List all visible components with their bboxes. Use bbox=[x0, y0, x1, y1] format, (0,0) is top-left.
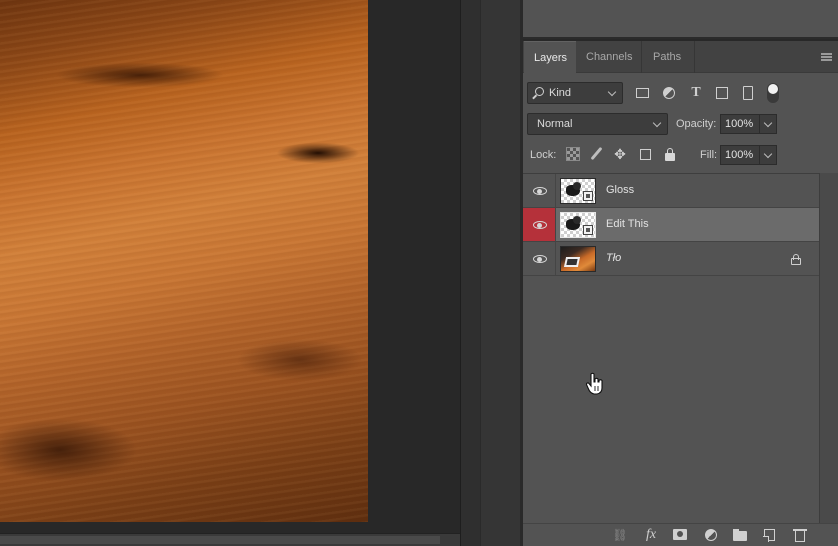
search-icon bbox=[535, 87, 544, 96]
lock-label: Lock: bbox=[530, 149, 557, 161]
smart-object-badge-icon bbox=[583, 225, 593, 235]
canvas-vertical-scrollbar[interactable] bbox=[460, 0, 480, 546]
tab-layers[interactable]: Layers bbox=[524, 41, 576, 73]
chevron-down-icon bbox=[607, 87, 617, 97]
chevron-down-icon bbox=[763, 118, 773, 128]
new-layer-icon[interactable] bbox=[762, 528, 778, 542]
fill-slider-button[interactable] bbox=[760, 145, 777, 165]
lock-transparent-pixels-icon[interactable] bbox=[566, 147, 580, 161]
visibility-toggle[interactable] bbox=[523, 174, 556, 207]
layer-name[interactable]: Tło bbox=[606, 252, 621, 264]
tab-paths[interactable]: Paths bbox=[643, 41, 695, 73]
canvas-area[interactable] bbox=[0, 0, 460, 546]
adjustment-filter-icon[interactable] bbox=[661, 85, 677, 101]
link-icon[interactable]: ⛓ bbox=[612, 528, 628, 542]
lock-artboard-icon[interactable] bbox=[638, 147, 652, 161]
opacity-input[interactable]: 100% bbox=[720, 114, 760, 134]
visibility-toggle[interactable] bbox=[523, 208, 556, 241]
group-folder-icon[interactable] bbox=[732, 528, 748, 542]
upper-panel-area bbox=[523, 0, 838, 39]
opacity-slider-button[interactable] bbox=[760, 114, 777, 134]
layer-thumbnail[interactable] bbox=[560, 178, 596, 204]
thumbnail-content bbox=[566, 259, 578, 265]
smart-object-badge-icon bbox=[583, 191, 593, 201]
layers-list: Gloss Edit This Tło bbox=[523, 173, 819, 473]
layers-panel-footer: ⛓ fx bbox=[523, 523, 838, 546]
visibility-toggle[interactable] bbox=[523, 242, 556, 275]
chevron-down-icon bbox=[652, 118, 662, 128]
fill-input[interactable]: 100% bbox=[720, 145, 760, 165]
lock-all-icon[interactable] bbox=[663, 147, 677, 161]
layer-row-gloss[interactable]: Gloss bbox=[523, 174, 819, 208]
hand-pointer-cursor-icon bbox=[585, 372, 603, 395]
layer-row-tlo[interactable]: Tło bbox=[523, 242, 819, 276]
chevron-down-icon bbox=[763, 149, 773, 159]
type-filter-icon[interactable]: T bbox=[688, 85, 704, 101]
eye-icon bbox=[533, 187, 547, 195]
shape-filter-icon[interactable] bbox=[714, 85, 730, 101]
tab-channels[interactable]: Channels bbox=[576, 41, 642, 73]
panel-menu-icon[interactable] bbox=[821, 53, 832, 61]
thumbnail-content bbox=[573, 182, 581, 190]
filter-toggle-switch[interactable] bbox=[767, 83, 779, 103]
adjustment-icon[interactable] bbox=[703, 528, 719, 542]
lock-image-pixels-icon[interactable] bbox=[589, 146, 603, 161]
eye-icon bbox=[533, 255, 547, 263]
layers-panel-scrollbar[interactable] bbox=[819, 173, 838, 523]
blend-mode-value: Normal bbox=[537, 118, 573, 130]
fx-icon[interactable]: fx bbox=[643, 528, 659, 542]
eye-icon bbox=[533, 221, 547, 229]
layer-name[interactable]: Edit This bbox=[606, 218, 649, 230]
layer-row-edit-this[interactable]: Edit This bbox=[523, 208, 819, 242]
kind-filter-dropdown[interactable]: Kind bbox=[527, 82, 623, 104]
fill-label: Fill: bbox=[700, 149, 718, 161]
layer-thumbnail[interactable] bbox=[560, 212, 596, 238]
canvas-scrollbar-thumb[interactable] bbox=[0, 536, 440, 544]
layer-name[interactable]: Gloss bbox=[606, 184, 634, 196]
lock-position-icon[interactable]: ✥ bbox=[613, 147, 627, 161]
pixel-filter-icon[interactable] bbox=[635, 85, 651, 101]
collapsed-panel-dock bbox=[480, 0, 522, 546]
thumbnail-content bbox=[573, 216, 581, 224]
smart-object-filter-icon[interactable] bbox=[740, 85, 756, 101]
trash-icon[interactable] bbox=[792, 528, 808, 542]
layer-thumbnail[interactable] bbox=[560, 246, 596, 272]
blend-mode-select[interactable]: Normal bbox=[527, 113, 668, 135]
panel-tab-bar: Layers Channels Paths bbox=[523, 41, 838, 73]
mask-icon[interactable] bbox=[672, 528, 688, 542]
lock-icon[interactable] bbox=[791, 254, 802, 266]
canvas-horizontal-scrollbar[interactable] bbox=[0, 533, 460, 546]
document-image-wood-texture[interactable] bbox=[0, 0, 368, 522]
layers-panel: Layers Channels Paths Kind T Normal Opac… bbox=[523, 41, 838, 546]
toggle-knob bbox=[768, 84, 778, 94]
opacity-label: Opacity: bbox=[676, 118, 717, 130]
kind-filter-label: Kind bbox=[549, 87, 572, 99]
